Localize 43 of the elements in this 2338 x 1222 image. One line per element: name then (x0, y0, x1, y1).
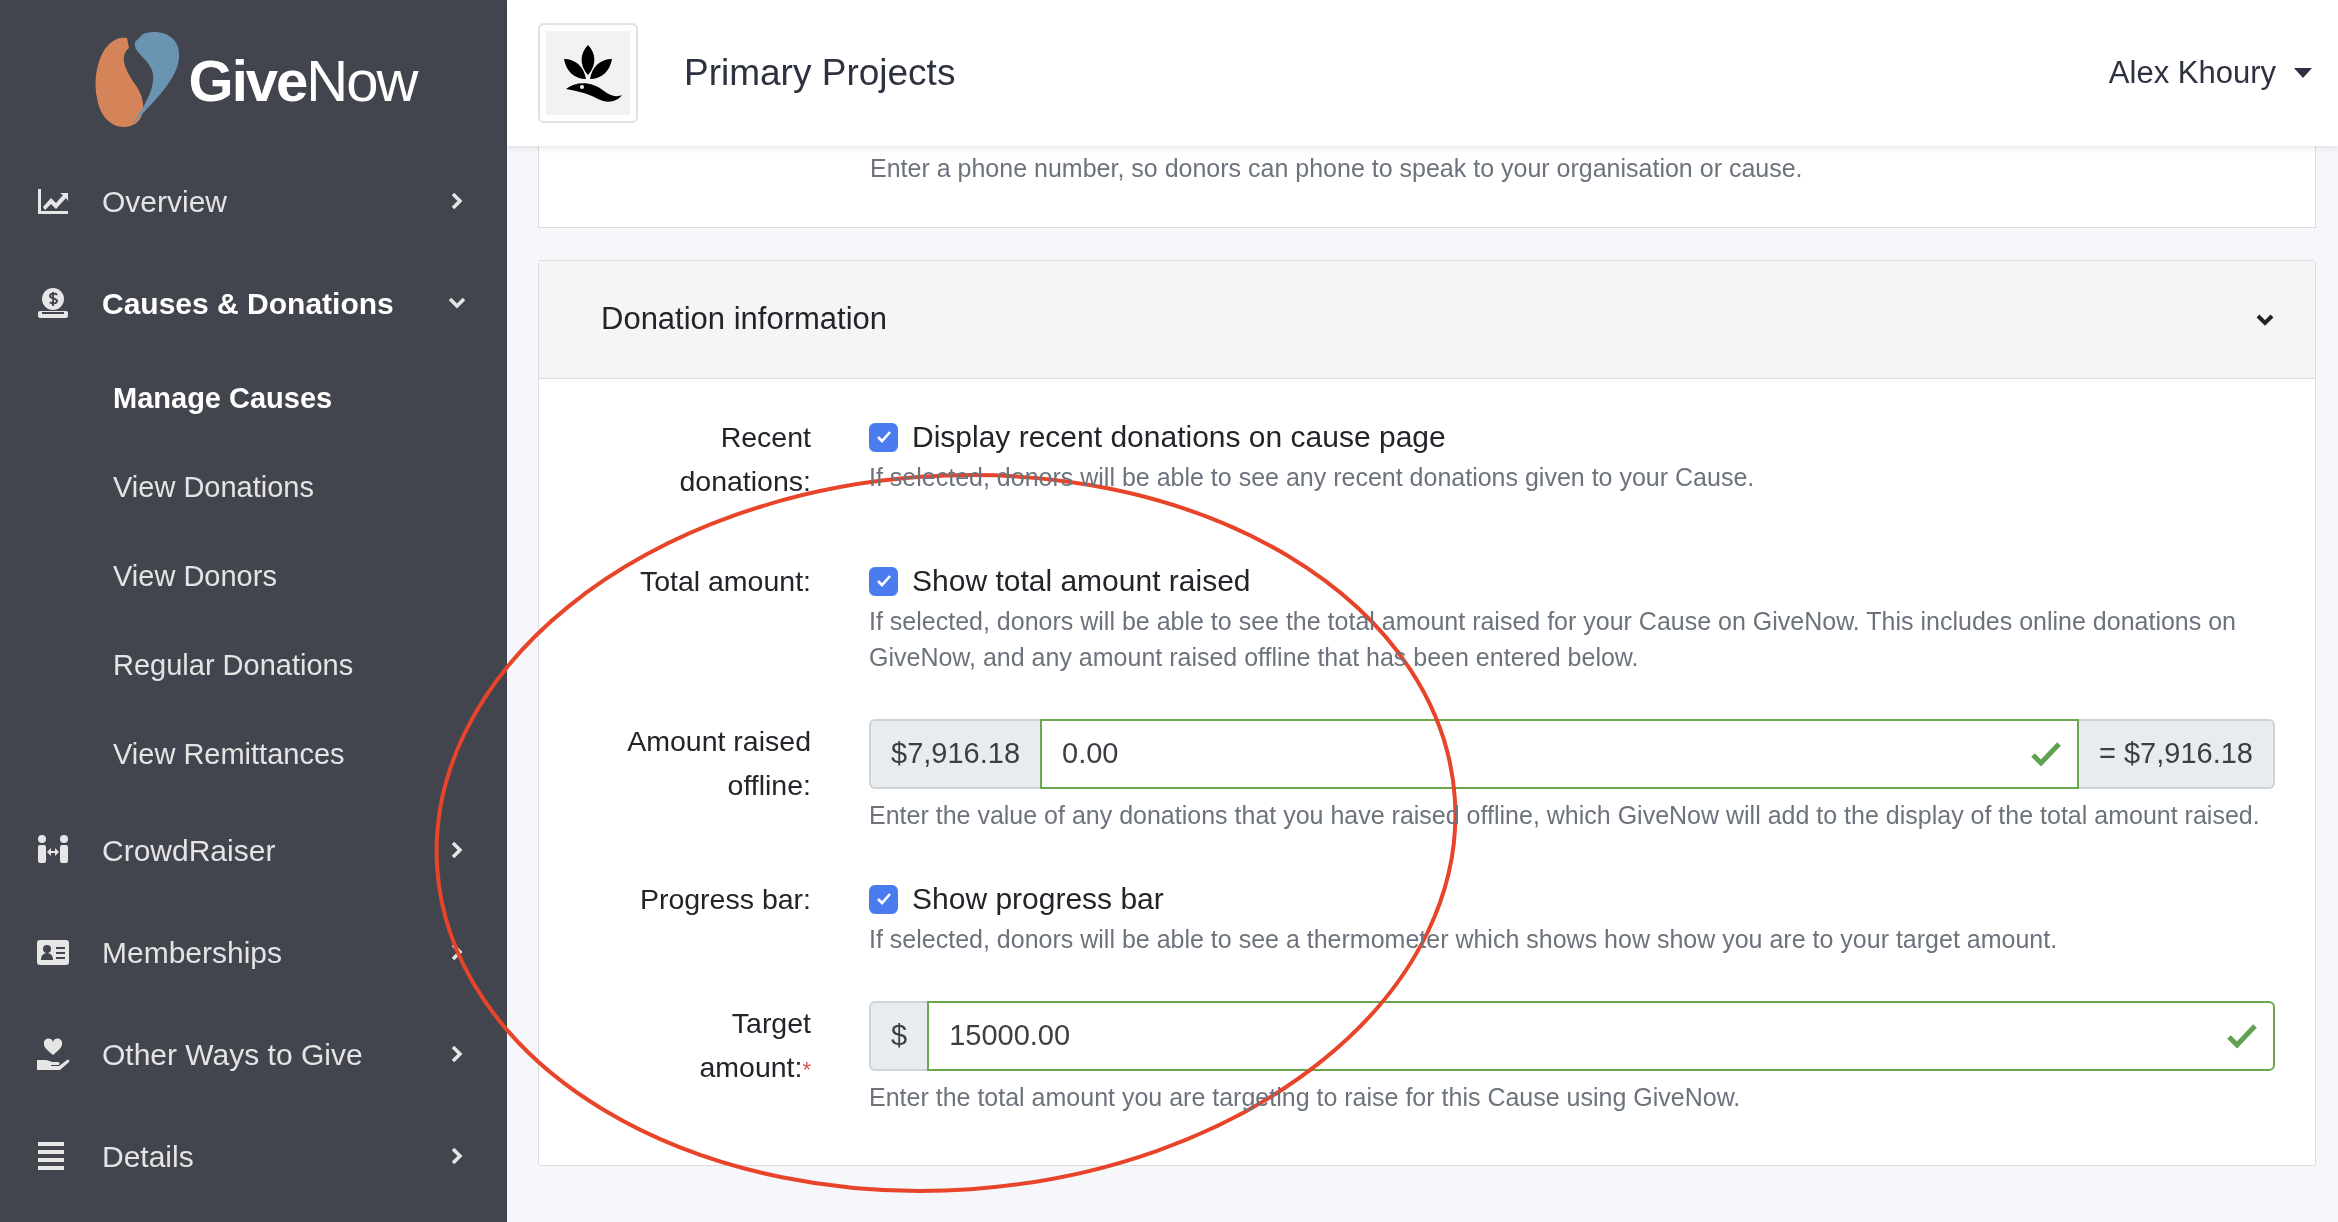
section-header[interactable]: Donation information (539, 261, 2315, 379)
field-label: Total amount: (638, 564, 811, 599)
total-addon: = $7,916.18 (2079, 719, 2275, 789)
sidebar-item[interactable]: CrowdRaiser (0, 799, 507, 901)
checkmark-icon (875, 430, 892, 444)
check-icon (2227, 1023, 2257, 1049)
sidebar-subitem[interactable]: Manage Causes (0, 354, 507, 443)
checkmark-icon (875, 574, 892, 588)
field-label: Recent donations: (678, 420, 811, 499)
check-icon (2031, 741, 2061, 767)
checkbox[interactable] (869, 422, 898, 452)
help-text: Enter a phone number, so donors can phone to speak to your organisation or cause. (870, 153, 1804, 184)
givenow-logo: GiveNow (188, 46, 417, 115)
checkmark-icon (875, 892, 892, 906)
sidebar-subitem[interactable]: View Donations (0, 443, 507, 532)
amount-input[interactable]: 15000.00 (927, 1001, 2275, 1071)
amount-input[interactable]: 0.00 (1040, 719, 2079, 789)
field-label: Progress bar: (638, 882, 811, 917)
sidebar-item[interactable]: Other Ways to Give (0, 1003, 507, 1105)
plant-logo-icon (546, 31, 630, 115)
chevron-down-icon (2255, 312, 2275, 327)
sidebar-subitem[interactable]: View Donors (0, 532, 507, 621)
caret-down-icon (2294, 68, 2312, 78)
sidebar-item[interactable]: Memberships (0, 901, 507, 1003)
sidebar-item[interactable]: Causes & Donations (0, 252, 507, 354)
checkbox[interactable] (869, 884, 898, 914)
checkbox-option[interactable]: Display recent donations on cause page (869, 415, 1446, 459)
sidebar-subitem[interactable]: View Remittances (0, 710, 507, 799)
sidebar-subitem[interactable]: Regular Donations (0, 621, 507, 710)
sidebar-item[interactable]: Overview (0, 150, 507, 252)
checkbox-option[interactable]: Show total amount raised (869, 559, 1251, 603)
people-arrow-icon (36, 834, 70, 866)
sidebar-item[interactable]: Details (0, 1105, 507, 1207)
checkbox[interactable] (869, 566, 898, 596)
user-menu[interactable]: Alex Khoury (2102, 48, 2318, 98)
field-label: Amount raised offline: (626, 724, 811, 803)
coin-tray-icon (36, 287, 70, 319)
heart-hand-icon (36, 1038, 70, 1070)
organisation-name: Primary Projects (684, 51, 957, 96)
amount-prefix: $7,916.18 (869, 719, 1040, 789)
amount-prefix: $ (869, 1001, 928, 1071)
field-label: Target amount:* (698, 1006, 811, 1085)
checkbox-option[interactable]: Show progress bar (869, 877, 1164, 921)
